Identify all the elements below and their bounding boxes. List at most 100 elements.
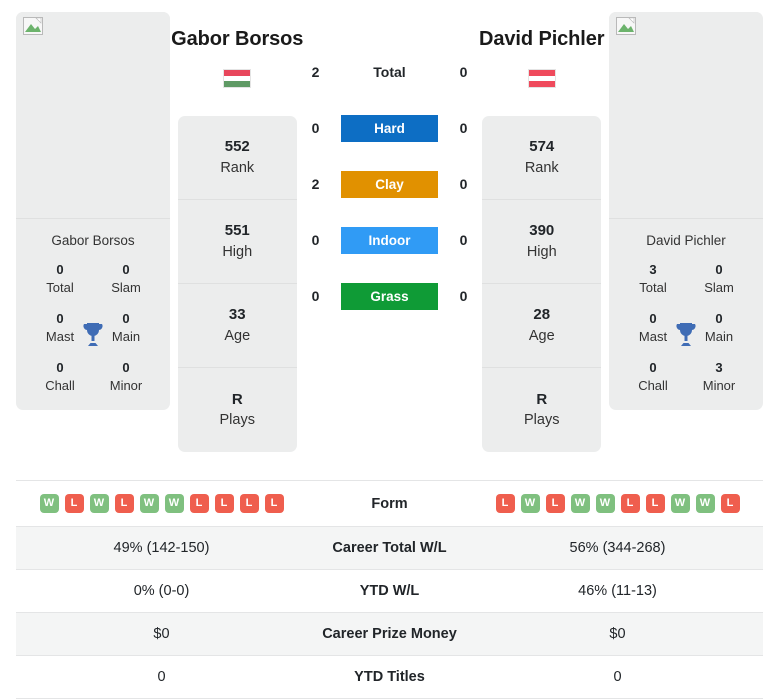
surface-count-left: 0 bbox=[311, 120, 320, 136]
form-badge-win[interactable]: W bbox=[520, 494, 540, 513]
form-badge-win[interactable]: W bbox=[89, 494, 109, 513]
table-row-career-wl: 49% (142-150) Career Total W/L 56% (344-… bbox=[16, 526, 763, 570]
title-value: 0 bbox=[715, 262, 723, 278]
title-value: 0 bbox=[56, 262, 64, 278]
title-label: Chall bbox=[45, 377, 75, 393]
form-badge-loss[interactable]: L bbox=[495, 494, 515, 513]
title-label: Main bbox=[704, 328, 734, 344]
title-value: 0 bbox=[122, 262, 130, 278]
title-cell-slam: 0 Slam bbox=[693, 261, 745, 296]
titles-row: 0 Chall 3 Minor bbox=[615, 359, 757, 394]
stat-label: Plays bbox=[219, 412, 255, 429]
player-card-left[interactable]: Gabor Borsos 0 Total 0 Slam 0 Mast 0 Mai… bbox=[16, 12, 170, 411]
form-badge-loss[interactable]: L bbox=[645, 494, 665, 513]
form-badge-win[interactable]: W bbox=[695, 494, 715, 513]
title-cell-total: 0 Total bbox=[34, 261, 86, 296]
surface-count-left: 0 bbox=[311, 288, 320, 304]
stat-label: High bbox=[526, 243, 557, 260]
surface-count-left: 2 bbox=[311, 64, 320, 80]
stat-value: 390 bbox=[529, 222, 555, 240]
form-badge-win[interactable]: W bbox=[570, 494, 590, 513]
player-photo-right bbox=[609, 12, 763, 219]
player-column-right: David Pichler 574 Rank 390 High 28 Age R… bbox=[475, 0, 610, 452]
form-cell-right: LWLWWLLWWL bbox=[472, 481, 763, 527]
surface-badge-indoor[interactable]: Indoor bbox=[341, 226, 438, 254]
stat-label: Age bbox=[528, 327, 555, 344]
titles-row: 3 Total 0 Slam bbox=[615, 261, 757, 296]
title-value: 3 bbox=[715, 360, 723, 376]
title-value: 0 bbox=[649, 360, 657, 376]
surface-row-total: 2 Total 0 bbox=[305, 58, 475, 86]
value-left: 0 bbox=[157, 669, 166, 685]
titles-grid-left: 0 Total 0 Slam 0 Mast 0 Main 0 Chall 0 M… bbox=[16, 261, 170, 410]
player-card-name-left: Gabor Borsos bbox=[51, 233, 135, 248]
surface-badge-grass[interactable]: Grass bbox=[341, 282, 438, 310]
broken-image-icon bbox=[616, 17, 636, 35]
row-label: Career Prize Money bbox=[322, 626, 457, 642]
surface-breakdown: 2 Total 0 0 Hard 0 2 Clay 0 0 Indoor 0 0… bbox=[305, 0, 475, 310]
player-name-left[interactable]: Gabor Borsos bbox=[171, 28, 303, 51]
form-badge-loss[interactable]: L bbox=[720, 494, 740, 513]
form-badge-loss[interactable]: L bbox=[189, 494, 209, 513]
title-value: 0 bbox=[56, 311, 64, 327]
stat-label: Rank bbox=[524, 159, 559, 176]
form-badge-win[interactable]: W bbox=[670, 494, 690, 513]
surface-count-left: 2 bbox=[311, 176, 320, 192]
player-card-right[interactable]: David Pichler 3 Total 0 Slam 0 Mast 0 Ma… bbox=[609, 12, 763, 411]
surface-row-clay: 2 Clay 0 bbox=[305, 170, 475, 198]
value-left: $0 bbox=[153, 626, 170, 642]
title-label: Slam bbox=[704, 279, 734, 295]
stat-rank: 552 Rank bbox=[177, 116, 297, 200]
title-label: Main bbox=[111, 328, 141, 344]
title-value: 0 bbox=[715, 311, 723, 327]
stat-label: Rank bbox=[220, 159, 255, 176]
title-label: Slam bbox=[111, 279, 141, 295]
stat-value: 33 bbox=[228, 306, 246, 324]
stat-high: 390 High bbox=[482, 200, 602, 284]
surface-row-hard: 0 Hard 0 bbox=[305, 114, 475, 142]
form-badge-loss[interactable]: L bbox=[214, 494, 234, 513]
titles-row: 0 Total 0 Slam bbox=[22, 261, 164, 296]
form-badge-loss[interactable]: L bbox=[114, 494, 134, 513]
value-left: 0% (0-0) bbox=[133, 583, 190, 599]
value-right: 0 bbox=[613, 669, 622, 685]
form-badge-loss[interactable]: L bbox=[239, 494, 259, 513]
title-label: Total bbox=[46, 279, 74, 295]
surface-badge-hard[interactable]: Hard bbox=[341, 114, 438, 142]
head-to-head-comparison: Gabor Borsos 0 Total 0 Slam 0 Mast 0 Mai… bbox=[0, 0, 779, 480]
value-left: 49% (142-150) bbox=[113, 540, 210, 556]
title-value: 0 bbox=[122, 360, 130, 376]
form-badge-loss[interactable]: L bbox=[545, 494, 565, 513]
form-strip-right: LWLWWLLWWL bbox=[480, 494, 755, 513]
table-row-career-prize-money: $0 Career Prize Money $0 bbox=[16, 612, 763, 656]
stat-high: 551 High bbox=[177, 200, 297, 284]
title-cell-total: 3 Total bbox=[627, 261, 679, 296]
title-cell-chall: 0 Chall bbox=[627, 359, 679, 394]
title-cell-main: 0 Main bbox=[100, 310, 152, 345]
title-cell-main: 0 Main bbox=[693, 310, 745, 345]
title-label: Mast bbox=[45, 328, 75, 344]
form-badge-win[interactable]: W bbox=[164, 494, 184, 513]
title-cell-mast: 0 Mast bbox=[627, 310, 679, 345]
surface-label-total: Total bbox=[373, 63, 406, 80]
austria-flag bbox=[527, 69, 556, 88]
form-badge-loss[interactable]: L bbox=[620, 494, 640, 513]
form-badge-win[interactable]: W bbox=[39, 494, 59, 513]
form-badge-loss[interactable]: L bbox=[264, 494, 284, 513]
row-label: YTD W/L bbox=[359, 583, 420, 599]
title-cell-minor: 3 Minor bbox=[693, 359, 745, 394]
title-label: Total bbox=[639, 279, 667, 295]
stat-age: 33 Age bbox=[177, 284, 297, 368]
hungary-flag bbox=[223, 69, 252, 88]
table-row-form: WLWLWWLLLL Form LWLWWLLWWL bbox=[16, 480, 763, 527]
value-right: $0 bbox=[609, 626, 626, 642]
form-badge-win[interactable]: W bbox=[595, 494, 615, 513]
surface-badge-clay[interactable]: Clay bbox=[341, 170, 438, 198]
form-badge-loss[interactable]: L bbox=[64, 494, 84, 513]
value-right: 56% (344-268) bbox=[569, 540, 666, 556]
form-badge-win[interactable]: W bbox=[139, 494, 159, 513]
title-value: 3 bbox=[649, 262, 657, 278]
player-name-right[interactable]: David Pichler bbox=[479, 28, 605, 51]
stat-label: Plays bbox=[524, 412, 560, 429]
stat-box-right: 574 Rank 390 High 28 Age R Plays bbox=[482, 116, 602, 452]
